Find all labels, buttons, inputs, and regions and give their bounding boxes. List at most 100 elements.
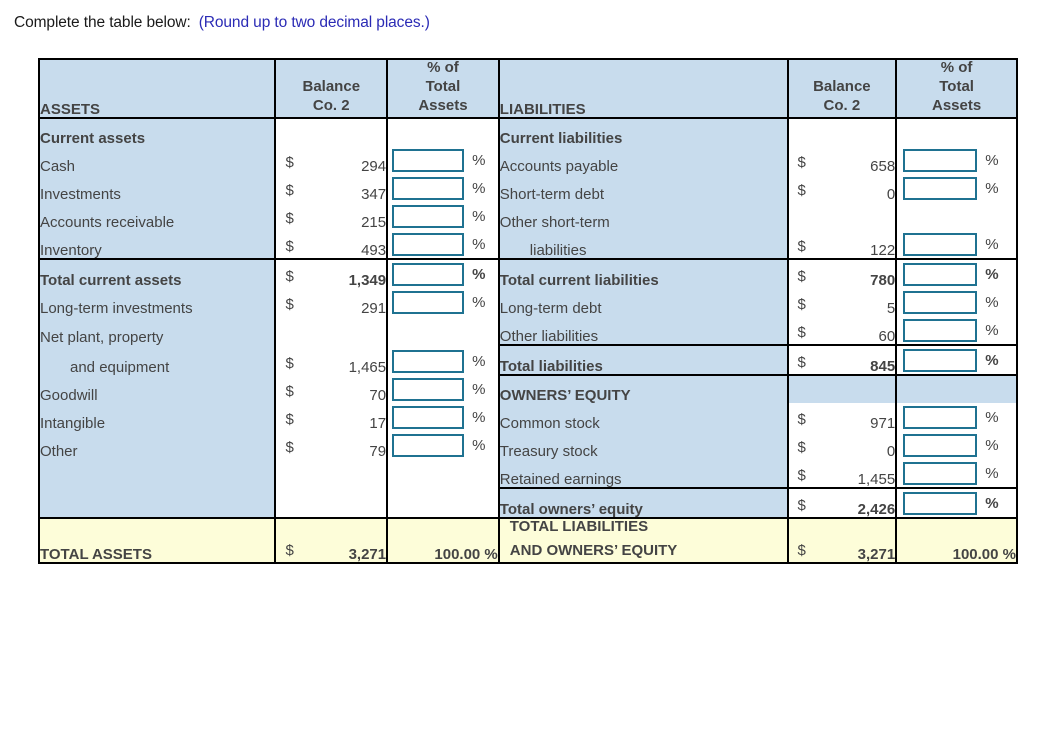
asset-balance-cell: $493 bbox=[274, 230, 388, 259]
liability-balance-cell bbox=[786, 202, 897, 230]
percent-input[interactable] bbox=[392, 349, 465, 373]
instruction-line: Complete the table below: (Round up to tw… bbox=[14, 14, 430, 32]
header-pct-right-line1: % of bbox=[940, 59, 973, 76]
asset-percent-cell bbox=[386, 316, 499, 345]
total-liabilities-equity-percent: 100.00 % bbox=[895, 517, 1016, 562]
total-assets-percent: 100.00 % bbox=[386, 517, 499, 562]
table-row: Cash $294% Accounts payable $658% bbox=[40, 146, 1016, 174]
liability-label: Treasury stock bbox=[497, 431, 788, 459]
asset-percent-cell: % bbox=[386, 288, 499, 316]
percent-input[interactable] bbox=[392, 176, 465, 200]
percent-input[interactable] bbox=[392, 290, 465, 314]
grand-total-row: TOTAL ASSETS $3,271 100.00 % TOTAL LIABI… bbox=[40, 517, 1016, 563]
percent-input[interactable] bbox=[903, 176, 978, 200]
asset-balance-cell: $1,349 bbox=[274, 258, 388, 288]
asset-balance-cell: $1,465 bbox=[274, 345, 388, 376]
percent-input[interactable] bbox=[392, 204, 465, 228]
table-row: Goodwill $70% OWNERS’ EQUITY bbox=[40, 374, 1016, 404]
percent-input[interactable] bbox=[392, 377, 465, 401]
asset-percent-empty bbox=[386, 488, 499, 518]
instruction-text: Complete the table below: bbox=[14, 14, 191, 31]
percent-input[interactable] bbox=[392, 148, 465, 172]
asset-balance-amount: 1,465 bbox=[348, 359, 387, 376]
asset-label: Long-term investments bbox=[40, 288, 276, 316]
percent-input[interactable] bbox=[392, 433, 465, 457]
percent-sign: % bbox=[985, 179, 999, 197]
header-balance-left-line2: Co. 2 bbox=[312, 97, 350, 114]
liability-balance-cell: $2,426 bbox=[786, 487, 897, 518]
percent-sign: % bbox=[985, 408, 999, 426]
asset-balance-amount: 294 bbox=[361, 158, 387, 175]
liability-label: Short-term debt bbox=[497, 174, 788, 202]
liability-label: Retained earnings bbox=[497, 459, 788, 488]
header-balance-right: Balance Co. 2 bbox=[786, 60, 897, 118]
asset-label-empty bbox=[40, 488, 276, 518]
asset-balance-amount: 79 bbox=[369, 443, 387, 460]
percent-sign: % bbox=[472, 207, 486, 225]
liability-percent-cell: % bbox=[895, 146, 1016, 174]
header-pct-right-line3: Assets bbox=[932, 97, 982, 114]
asset-balance-amount: 493 bbox=[361, 242, 387, 259]
header-pct-left-line3: Assets bbox=[418, 97, 468, 114]
liability-balance-amount: 658 bbox=[870, 158, 896, 175]
asset-percent-empty bbox=[386, 459, 499, 488]
liability-percent-cell: % bbox=[895, 431, 1016, 459]
percent-input[interactable] bbox=[903, 290, 978, 314]
asset-percent-cell: % bbox=[386, 202, 499, 230]
liability-balance-amount: 1,455 bbox=[857, 471, 896, 488]
liability-percent-cell: % bbox=[895, 487, 1016, 518]
header-assets: ASSETS bbox=[40, 60, 276, 118]
percent-input[interactable] bbox=[903, 262, 978, 286]
liability-balance-cell: $780 bbox=[786, 258, 897, 288]
percent-sign: % bbox=[985, 436, 999, 454]
table-row: Inventory $493% liabilities $122% bbox=[40, 230, 1016, 259]
liabilities-section-balance-blank bbox=[786, 117, 897, 146]
liability-percent-cell: % bbox=[895, 174, 1016, 202]
currency-symbol: $ bbox=[797, 154, 806, 171]
percent-input[interactable] bbox=[903, 405, 978, 429]
liability-label: Other short-term bbox=[497, 202, 788, 230]
liability-balance-cell: $845 bbox=[786, 344, 897, 375]
asset-balance-cell bbox=[274, 316, 388, 345]
table-row: Intangible $17% Common stock $971% bbox=[40, 403, 1016, 431]
percent-input[interactable] bbox=[903, 491, 978, 515]
currency-symbol: $ bbox=[797, 497, 806, 514]
percent-input[interactable] bbox=[903, 433, 978, 457]
percent-input[interactable] bbox=[392, 405, 465, 429]
asset-percent-cell: % bbox=[386, 403, 499, 431]
asset-label: Total current assets bbox=[40, 258, 276, 288]
percent-input[interactable] bbox=[903, 318, 978, 342]
liabilities-section-pct-blank bbox=[895, 117, 1016, 146]
asset-label: Accounts receivable bbox=[40, 202, 276, 230]
percent-sign: % bbox=[472, 352, 486, 370]
asset-label: Other bbox=[40, 431, 276, 459]
asset-percent-cell: % bbox=[386, 431, 499, 459]
liability-balance-cell: $5 bbox=[786, 288, 897, 316]
total-assets-label: TOTAL ASSETS bbox=[40, 517, 276, 562]
percent-input[interactable] bbox=[903, 232, 978, 256]
table-header-row: ASSETS Balance Co. 2 % of Total Assets L… bbox=[40, 60, 1016, 118]
liabilities-section-label: Current liabilities bbox=[497, 117, 788, 146]
percent-input[interactable] bbox=[903, 148, 978, 172]
currency-symbol: $ bbox=[797, 268, 806, 285]
currency-symbol: $ bbox=[797, 296, 806, 313]
total-liab-amount: 3,271 bbox=[857, 546, 896, 563]
liability-balance-amount: 122 bbox=[870, 242, 896, 259]
currency-symbol: $ bbox=[285, 210, 294, 227]
table-row: Other $79% Treasury stock $0% bbox=[40, 431, 1016, 459]
percent-input[interactable] bbox=[903, 461, 978, 485]
asset-balance-cell: $17 bbox=[274, 403, 388, 431]
asset-label: Intangible bbox=[40, 403, 276, 431]
equity-section-pct-blank bbox=[895, 374, 1016, 403]
rounding-hint: (Round up to two decimal places.) bbox=[198, 14, 430, 31]
header-pct-left-line2: Total bbox=[425, 78, 461, 95]
percent-input[interactable] bbox=[392, 232, 465, 256]
percent-input[interactable] bbox=[903, 348, 978, 372]
table-row: Total current assets $1,349% Total current… bbox=[40, 258, 1016, 288]
percent-input[interactable] bbox=[392, 262, 465, 286]
asset-balance-amount: 70 bbox=[369, 387, 387, 404]
asset-balance-cell: $79 bbox=[274, 431, 388, 460]
total-liabilities-equity-value: $3,271 bbox=[786, 517, 897, 563]
percent-sign: % bbox=[472, 179, 486, 197]
header-pct-right-line2: Total bbox=[939, 78, 974, 95]
